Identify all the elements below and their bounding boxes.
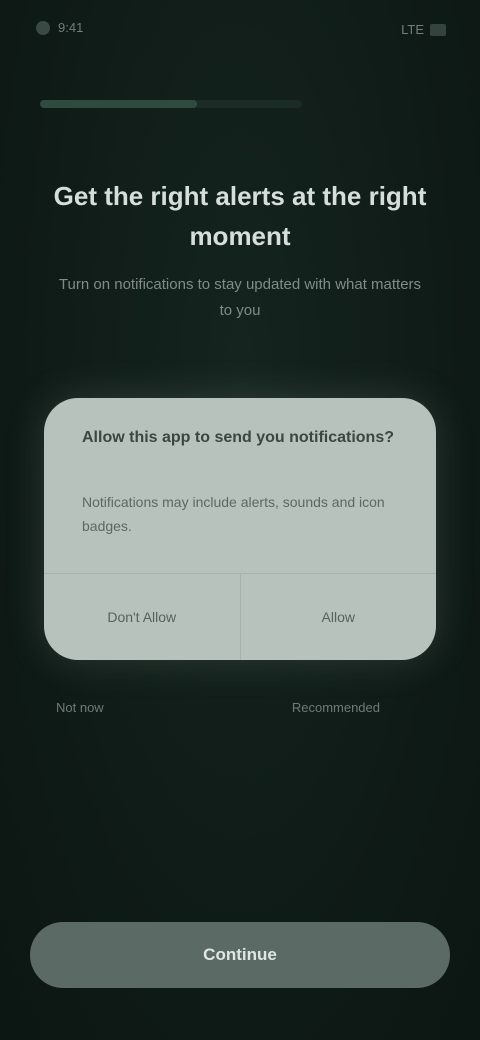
allow-button[interactable]: Allow: [239, 574, 437, 660]
notification-permission-dialog: Allow this app to send you notifications…: [44, 398, 436, 660]
status-left: 9:41: [36, 20, 83, 35]
progress-fill: [40, 100, 198, 108]
app-dot-icon: [36, 20, 50, 35]
screen: 9:41 LTE Get the right alerts at the rig…: [0, 0, 480, 1040]
dialog-hints: Not now Recommended: [56, 700, 380, 715]
dialog-body: Notifications may include alerts, sounds…: [82, 494, 385, 534]
battery-icon: [430, 23, 446, 36]
hint-left: Not now: [56, 700, 104, 715]
status-bar: 9:41 LTE: [0, 0, 480, 64]
dont-allow-button[interactable]: Don't Allow: [44, 574, 240, 660]
hint-right: Recommended: [291, 700, 380, 715]
network-label: LTE: [401, 22, 424, 37]
page-subtitle: Turn on notifications to stay updated wi…: [58, 276, 422, 319]
page-title: Get the right alerts at the right moment: [53, 181, 427, 251]
continue-button[interactable]: Continue: [30, 922, 450, 988]
onboarding-progress: [40, 100, 302, 108]
dialog-actions: Don't Allow Allow: [44, 573, 436, 660]
status-time: 9:41: [58, 20, 84, 35]
dialog-title: Allow this app to send you notifications…: [82, 429, 394, 446]
status-right: LTE: [401, 22, 446, 37]
